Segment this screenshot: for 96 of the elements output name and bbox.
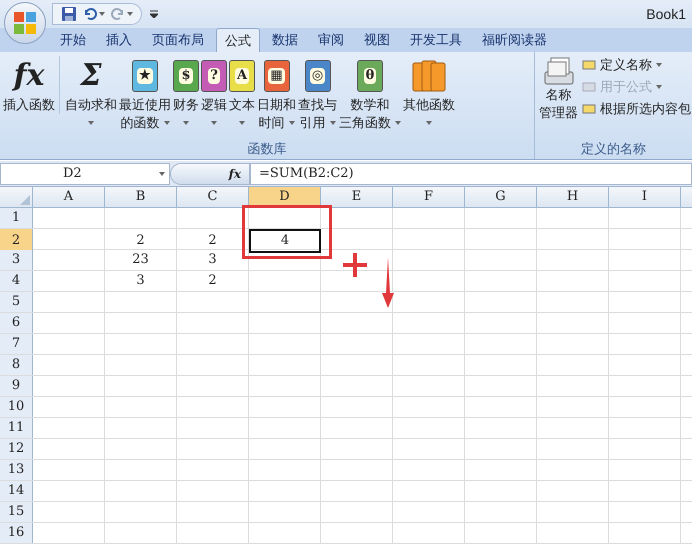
row-header[interactable]: 8	[0, 355, 33, 375]
name-manager-button[interactable]: 名称 管理器	[539, 56, 578, 122]
button-label: 查找与	[298, 96, 337, 114]
name-tag-icon	[582, 103, 596, 115]
ribbon-button[interactable]: fx 插入函数	[2, 56, 60, 114]
button-label: 文本	[229, 96, 255, 114]
table-cell: 23	[105, 250, 177, 270]
group-label: 定义的名称	[580, 140, 647, 158]
row-header[interactable]: 1	[0, 208, 33, 228]
function-glyph-icon: fx	[14, 59, 44, 93]
ribbon-tab[interactable]: 开始	[52, 28, 94, 52]
button-label: 自动求和	[65, 96, 117, 114]
insert-function-label[interactable]: fx	[228, 164, 241, 182]
ribbon-button[interactable]: A 文本	[228, 56, 256, 132]
ribbon-button[interactable]: Σ 自动求和	[64, 56, 118, 132]
corner-triangle-icon	[20, 195, 30, 205]
book-glyph: ▦	[268, 68, 285, 84]
function-glyph-icon: Σ	[80, 59, 102, 93]
undo-icon[interactable]	[83, 7, 97, 21]
ribbon-tab[interactable]: 插入	[98, 28, 140, 52]
ribbon-button[interactable]: 其他函数	[402, 56, 456, 132]
button-label: 其他函数	[403, 96, 455, 114]
plus-icon	[343, 253, 367, 277]
row-header[interactable]: 7	[0, 334, 33, 354]
row-header[interactable]: 3	[0, 250, 33, 270]
table-cell: 3	[105, 271, 177, 291]
ribbon-tab[interactable]: 开发工具	[402, 28, 470, 52]
button-label: 财务	[173, 96, 199, 114]
button-label: 时间	[258, 114, 284, 132]
button-label: 名称	[546, 86, 572, 104]
button-label: 引用	[300, 114, 326, 132]
button-label: 最近使用	[119, 96, 171, 114]
ribbon-tab[interactable]: 审阅	[310, 28, 352, 52]
column-header[interactable]: D	[249, 187, 321, 207]
row-header[interactable]: 4	[0, 271, 33, 291]
name-tag-icon	[582, 81, 596, 93]
caret-icon	[127, 12, 133, 16]
ribbon-button[interactable]: ? 逻辑	[200, 56, 228, 132]
row-header[interactable]: 15	[0, 502, 33, 522]
column-header[interactable]: E	[321, 187, 393, 207]
book-glyph: θ	[364, 68, 376, 84]
ribbon-button[interactable]: ▦ 日期和 时间	[256, 56, 297, 132]
formula-input[interactable]: =SUM(B2:C2)	[250, 162, 692, 184]
row-header[interactable]: 12	[0, 439, 33, 459]
row-header[interactable]: 10	[0, 397, 33, 417]
customize-toolbar-icon[interactable]	[150, 10, 158, 18]
table-cell: 2	[177, 229, 249, 252]
book-glyph: ?	[208, 68, 220, 84]
ribbon-small-button[interactable]: 根据所选内容包	[582, 100, 691, 118]
office-logo-icon	[13, 11, 37, 35]
column-header[interactable]: I	[609, 187, 681, 207]
row-header[interactable]: 6	[0, 313, 33, 333]
group-label: 函数库	[246, 140, 288, 158]
row-header[interactable]: 13	[0, 460, 33, 480]
column-header[interactable]: G	[465, 187, 537, 207]
ribbon-button[interactable]: $ 财务	[172, 56, 200, 132]
book-glyph: $	[179, 68, 193, 84]
button-label: 管理器	[539, 104, 578, 122]
row-header[interactable]: 5	[0, 292, 33, 312]
ribbon-tab[interactable]: 公式	[216, 28, 260, 52]
window-title: Book1	[646, 4, 686, 24]
row-header[interactable]: 11	[0, 418, 33, 438]
caret-icon	[99, 12, 105, 16]
ribbon-tab[interactable]: 页面布局	[144, 28, 212, 52]
ribbon-tab[interactable]: 福昕阅读器	[474, 28, 555, 52]
name-box[interactable]: D2	[0, 162, 170, 184]
row-header[interactable]: 14	[0, 481, 33, 501]
column-header[interactable]: B	[105, 187, 177, 207]
button-label: 数学和	[350, 96, 390, 114]
button-label: 日期和	[257, 96, 296, 114]
book-glyph: ★	[137, 68, 153, 84]
table-cell: 3	[177, 250, 249, 270]
ribbon-tab[interactable]: 数据	[264, 28, 306, 52]
name-tag-icon	[582, 59, 596, 71]
column-header[interactable]: F	[393, 187, 465, 207]
book-glyph: ◎	[310, 68, 326, 84]
active-cell: 4	[249, 229, 321, 252]
column-header[interactable]: A	[33, 187, 105, 207]
table-cell: 2	[177, 271, 249, 291]
button-label: 插入函数	[3, 96, 55, 114]
book-glyph: A	[234, 68, 250, 84]
table-cell: 2	[105, 229, 177, 252]
row-header[interactable]: 16	[0, 523, 33, 543]
save-icon[interactable]	[61, 6, 77, 22]
button-label: 三角函数	[339, 114, 391, 132]
ribbon-tab[interactable]: 视图	[356, 28, 398, 52]
button-label: 逻辑	[201, 96, 227, 114]
ribbon-button[interactable]: θ 数学和 三角函数	[338, 56, 402, 132]
ribbon-button[interactable]: ◎ 查找与 引用	[297, 56, 338, 132]
card-file-icon	[542, 56, 574, 86]
caret-icon	[159, 172, 165, 176]
ribbon-button[interactable]: ★ 最近使用 的函数	[118, 56, 172, 132]
row-header[interactable]: 9	[0, 376, 33, 396]
column-header[interactable]: H	[537, 187, 609, 207]
button-label: 的函数	[120, 114, 160, 132]
ribbon-small-button[interactable]: 定义名称	[582, 56, 691, 74]
